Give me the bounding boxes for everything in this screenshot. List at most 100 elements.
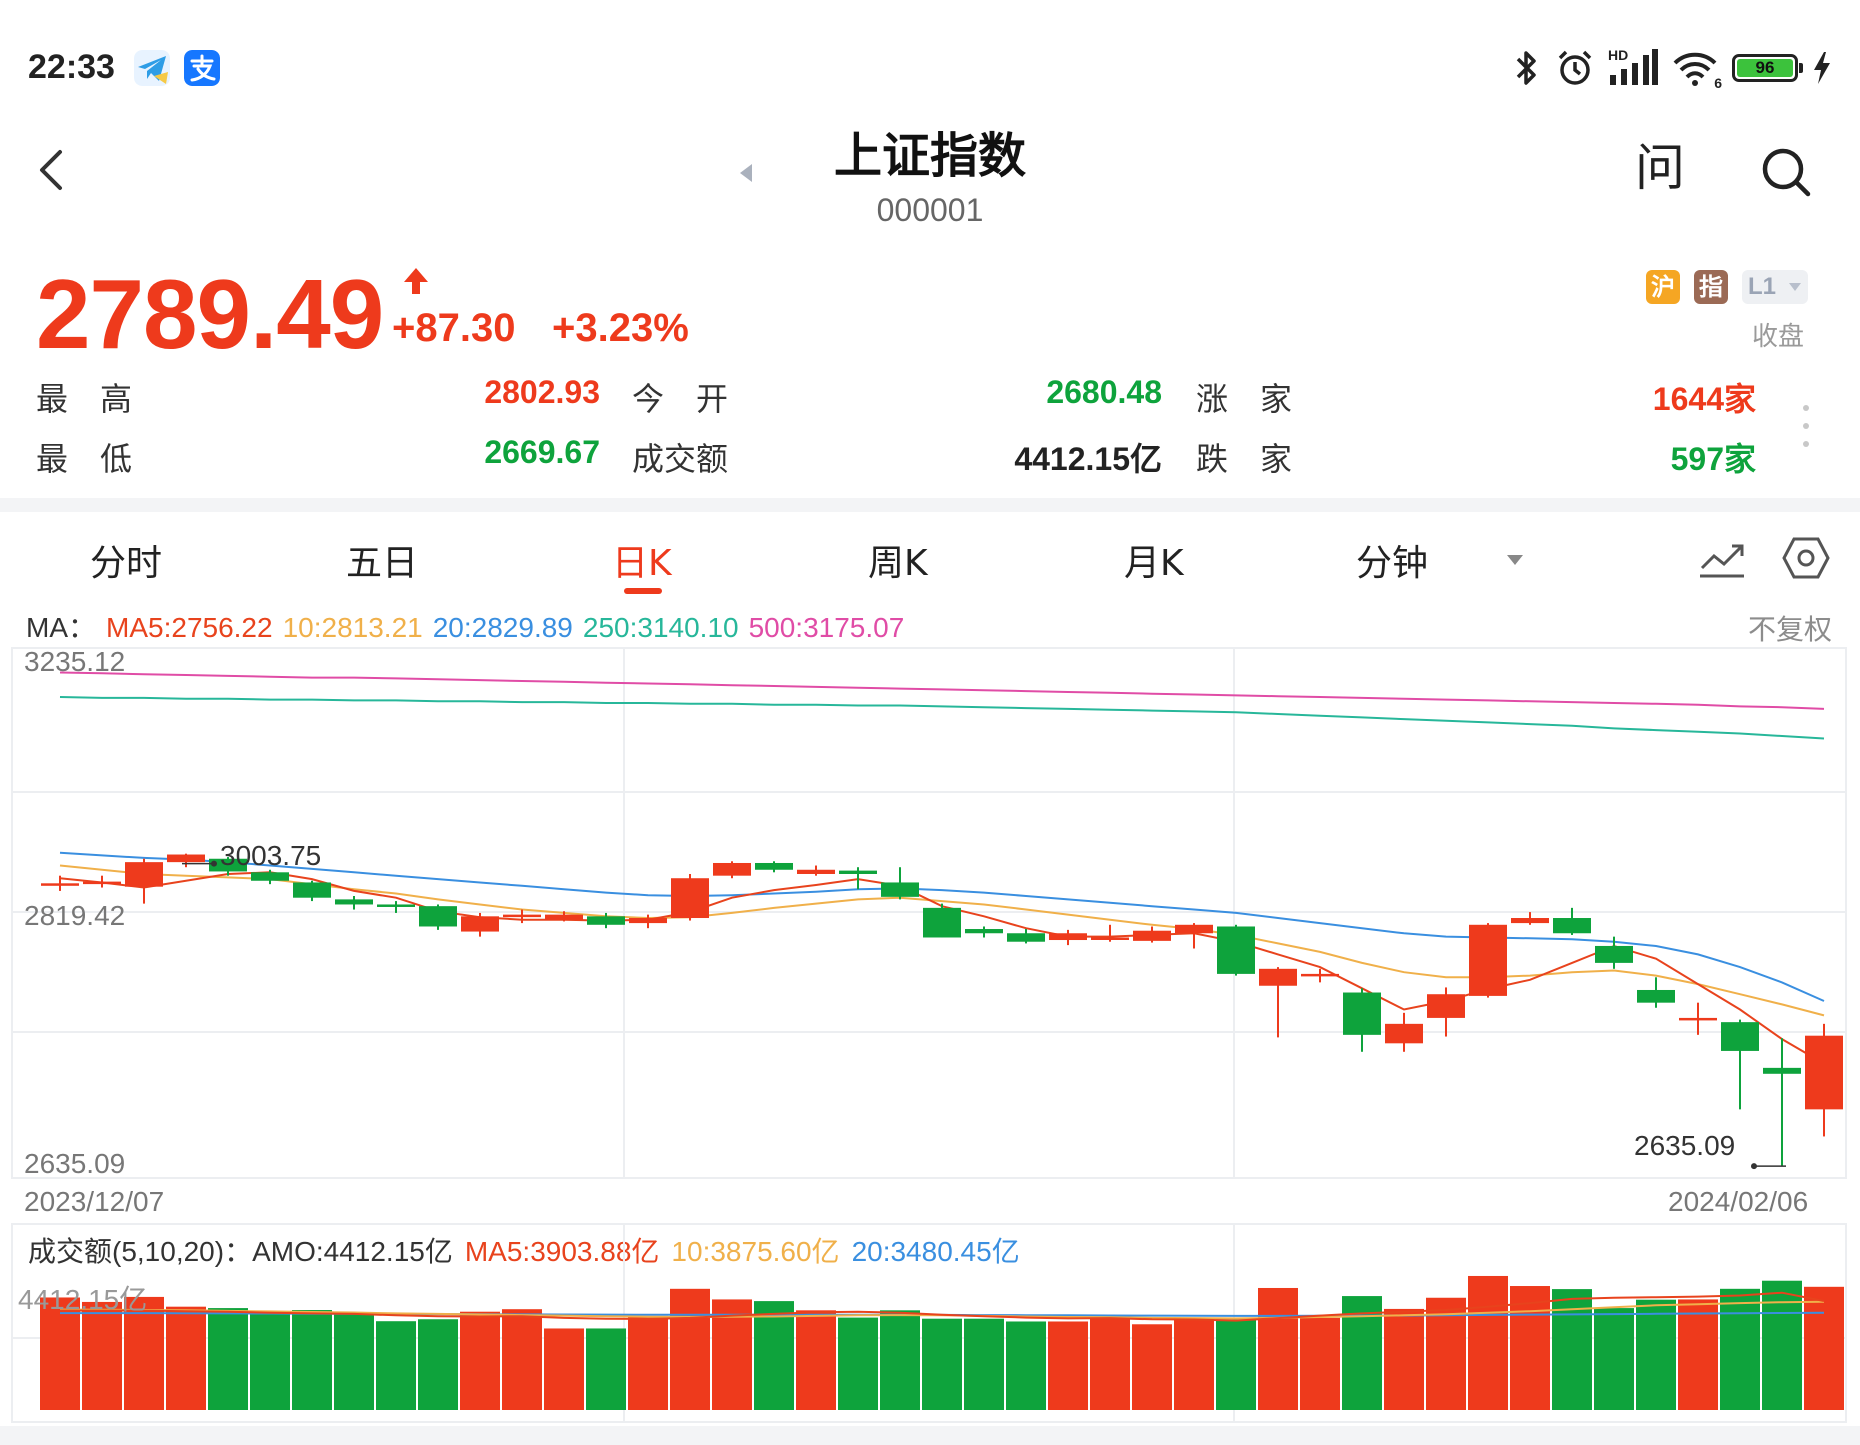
- tab-daily-k[interactable]: 日K: [612, 534, 672, 586]
- price-change-percent: +3.23%: [552, 306, 689, 350]
- more-dots-icon[interactable]: [1802, 404, 1810, 448]
- search-icon[interactable]: [1756, 142, 1816, 202]
- volume-bar: [1804, 1286, 1844, 1410]
- ask-button[interactable]: 问: [1630, 138, 1690, 198]
- level-badge-label: L1: [1748, 273, 1777, 300]
- volume-bar: [334, 1314, 374, 1410]
- candle-body: [503, 914, 541, 918]
- volume-bar: [1468, 1275, 1508, 1410]
- volume-bar: [1300, 1317, 1340, 1410]
- candle-body: [1217, 926, 1255, 974]
- ma10-value: 10:2813.21: [282, 612, 423, 643]
- candle-body: [1763, 1067, 1801, 1074]
- candle-body: [1301, 973, 1339, 977]
- candle-body: [1259, 968, 1297, 986]
- open-value: 2680.48: [1046, 374, 1162, 410]
- volume-bar: [544, 1328, 584, 1410]
- candle-body: [1343, 992, 1381, 1035]
- candle-body: [1091, 937, 1129, 940]
- decline-value: 597家: [1670, 441, 1756, 477]
- volume-bar: [250, 1312, 290, 1410]
- volume-bar: [1216, 1319, 1256, 1410]
- candle-body: [1595, 945, 1633, 963]
- advance-label: 涨 家: [1196, 380, 1293, 418]
- title-bar: 上证指数 000001 问: [0, 110, 1860, 240]
- candle-body: [755, 862, 793, 870]
- x-axis-start-date: 2023/12/07: [24, 1186, 165, 1217]
- period-tabs: 分时 五日 日K 周K 月K 分钟: [0, 512, 1860, 598]
- ma5-value: MA5:2756.22: [106, 612, 273, 643]
- stock-code: 000001: [876, 192, 984, 228]
- low-value: 2669.67: [484, 434, 600, 470]
- volume-bar: [1006, 1321, 1046, 1410]
- candle-body: [881, 882, 919, 897]
- advance-value: 1644家: [1652, 381, 1756, 417]
- candle-body: [1175, 924, 1213, 934]
- candle-body: [167, 854, 205, 863]
- tab-minute[interactable]: 分钟: [1356, 534, 1428, 586]
- volume-bar: [1132, 1324, 1172, 1410]
- volume-bar: [292, 1310, 332, 1410]
- volume-bar: [1258, 1287, 1298, 1410]
- volume-bar: [1762, 1280, 1802, 1410]
- candle-body: [1427, 994, 1465, 1018]
- candle-body: [251, 872, 289, 881]
- volume-chart[interactable]: [0, 1222, 1860, 1426]
- volume-bar: [628, 1315, 668, 1410]
- candle-body: [587, 916, 625, 925]
- title-block: 上证指数 000001: [0, 116, 1860, 229]
- candlestick-chart[interactable]: [0, 640, 1860, 1180]
- candle-body: [965, 929, 1003, 934]
- turnover-value: 4412.15亿: [1014, 441, 1162, 477]
- volume-bar: [82, 1301, 122, 1410]
- tab-intraday[interactable]: 分时: [90, 534, 162, 586]
- high-label: 最 高: [36, 380, 133, 418]
- indicator-draw-icon[interactable]: [1698, 536, 1746, 580]
- high-annotation: 3003.75: [220, 840, 322, 871]
- volume-bar: [1678, 1299, 1718, 1410]
- tab-five-day[interactable]: 五日: [346, 534, 418, 586]
- last-price: 2789.49: [36, 259, 384, 369]
- candle-body: [1805, 1035, 1843, 1110]
- turnover-label: 成交额: [632, 440, 729, 478]
- charging-icon: [1814, 52, 1830, 84]
- market-badge-sh: 沪: [1646, 270, 1680, 304]
- status-indicators: HD 6 96: [1512, 47, 1832, 91]
- candle-body: [923, 907, 961, 938]
- up-arrow-icon: [404, 268, 428, 294]
- level-dropdown-icon: [1789, 283, 1801, 291]
- candle-body: [1133, 930, 1171, 941]
- ma20-value: 20:2829.89: [432, 612, 573, 643]
- active-tab-indicator: [624, 588, 662, 594]
- volume-bar: [1636, 1299, 1676, 1410]
- minute-dropdown-icon[interactable]: [1506, 554, 1524, 566]
- candle-body: [125, 862, 163, 887]
- low-annotation: 2635.09: [1634, 1130, 1736, 1161]
- candle-body: [377, 904, 415, 907]
- candle-body: [1637, 989, 1675, 1003]
- tab-weekly-k[interactable]: 周K: [868, 534, 928, 586]
- ma250-line: [59, 696, 1825, 740]
- volume-bar: [1552, 1289, 1592, 1410]
- wifi-icon: 6: [1672, 49, 1722, 91]
- low-label: 最 低: [36, 440, 133, 478]
- candle-body: [293, 882, 331, 898]
- candle-body: [1469, 924, 1507, 996]
- volume-bar: [670, 1288, 710, 1410]
- candle-body: [41, 883, 79, 886]
- level-badge[interactable]: L1: [1742, 270, 1808, 304]
- alipay-app-icon: [184, 50, 220, 86]
- volume-bar: [1090, 1316, 1130, 1410]
- index-badge: 指: [1694, 270, 1728, 304]
- candle-body: [1553, 918, 1591, 934]
- volume-bar: [796, 1310, 836, 1410]
- tab-monthly-k[interactable]: 月K: [1124, 534, 1184, 586]
- candle-body: [545, 914, 583, 920]
- settings-hexagon-icon[interactable]: [1782, 536, 1830, 580]
- ma500-value: 500:3175.07: [748, 612, 905, 643]
- y-axis-top: 3235.12: [24, 646, 126, 677]
- volume-bar: [208, 1308, 248, 1410]
- volume-bar: [964, 1318, 1004, 1410]
- volume-bar: [880, 1310, 920, 1410]
- candle-body: [1007, 933, 1045, 942]
